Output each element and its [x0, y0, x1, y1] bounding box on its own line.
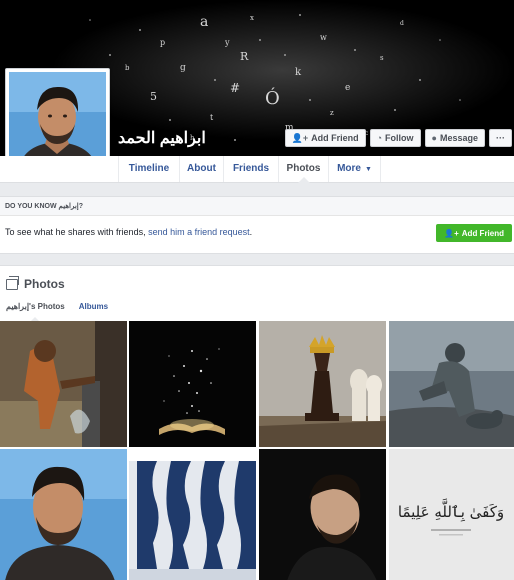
svg-text:x: x [250, 14, 254, 22]
svg-text:#: # [230, 81, 240, 95]
send-friend-request-link[interactable]: send him a friend request [148, 227, 250, 237]
more-icon: ··· [496, 133, 505, 143]
svg-text:R: R [240, 50, 249, 63]
soldiers-painting-photo [389, 321, 514, 447]
svg-text:w: w [320, 33, 327, 42]
pillars-illusion-photo [129, 449, 256, 580]
rss-icon: ◔ [376, 133, 383, 143]
svg-text:a: a [200, 14, 208, 30]
open-book-letters-photo [129, 321, 256, 447]
svg-text:k: k [295, 67, 302, 78]
photo-thumbnail[interactable] [389, 321, 514, 447]
svg-text:s: s [380, 54, 384, 62]
messenger-icon: ● [431, 133, 437, 143]
photos-section: Photos إبراهيم's Photos Albums وَكَفَىٰ … [0, 265, 514, 580]
photo-thumbnail[interactable] [129, 449, 256, 580]
svg-text:Ó: Ó [265, 86, 280, 109]
add-friend-green-button[interactable]: 👤+ Add Friend [436, 224, 512, 242]
photos-subtabs: إبراهيم's Photos Albums [6, 302, 108, 322]
profile-photo-image [9, 72, 106, 168]
svg-text:e: e [345, 83, 350, 93]
do-you-know-heading: DO YOU KNOW إبراهيم? [0, 197, 514, 216]
photo-thumbnail[interactable] [0, 449, 127, 580]
calligraphy-image: وَكَفَىٰ بِٱللَّهِ عَلِيمًا [389, 449, 514, 580]
photo-thumbnail[interactable]: وَكَفَىٰ بِٱللَّهِ عَلِيمًا [389, 449, 514, 580]
photos-icon [6, 275, 19, 290]
profile-selfie-photo [0, 449, 127, 580]
follow-button[interactable]: ◔ Follow [369, 129, 421, 147]
cover-actions: 👤+ Add Friend ◔ Follow ● Message ··· [284, 129, 512, 147]
tab-albums[interactable]: Albums [79, 302, 108, 311]
photo-thumbnail[interactable] [259, 449, 386, 580]
tab-photos[interactable]: Photos [278, 156, 328, 183]
tab-more[interactable]: More ▼ [328, 156, 381, 182]
tab-friends[interactable]: Friends [223, 156, 278, 182]
photo-thumbnail[interactable] [259, 321, 386, 447]
tab-users-photos[interactable]: إبراهيم's Photos [6, 302, 65, 322]
svg-text:y: y [224, 38, 230, 47]
portrait-dark-photo [259, 449, 386, 580]
svg-text:5: 5 [150, 90, 157, 103]
tab-timeline[interactable]: Timeline [118, 156, 179, 182]
profile-page: a R Ó # k g 5 w e t m s p x z b d c h y [0, 0, 514, 580]
profile-tabs: Timeline About Friends Photos More ▼ [0, 156, 514, 183]
photo-thumbnail[interactable] [129, 321, 256, 447]
add-friend-button[interactable]: 👤+ Add Friend [284, 129, 366, 147]
child-playing-water-photo [0, 321, 127, 447]
calligraphy-text: وَكَفَىٰ بِٱللَّهِ عَلِيمًا [398, 499, 504, 523]
chess-king-photo [259, 321, 386, 447]
svg-text:b: b [125, 64, 130, 72]
add-friend-icon: 👤+ [291, 132, 309, 143]
caret-down-icon: ▼ [364, 166, 372, 173]
add-friend-icon: 👤+ [444, 228, 459, 238]
svg-text:g: g [180, 63, 186, 73]
photo-thumbnail[interactable] [0, 321, 127, 447]
do-you-know-box: DO YOU KNOW إبراهيم? To see what he shar… [0, 196, 514, 254]
message-button[interactable]: ● Message [424, 129, 485, 147]
svg-text:p: p [160, 38, 165, 47]
svg-text:z: z [330, 109, 334, 117]
more-button[interactable]: ··· [489, 129, 512, 147]
photos-header[interactable]: Photos [6, 275, 65, 291]
do-you-know-text: To see what he shares with friends, send… [5, 227, 253, 237]
tab-about[interactable]: About [179, 156, 223, 182]
svg-text:d: d [400, 20, 404, 27]
profile-name[interactable]: ابراهيم الحمد [118, 128, 206, 148]
